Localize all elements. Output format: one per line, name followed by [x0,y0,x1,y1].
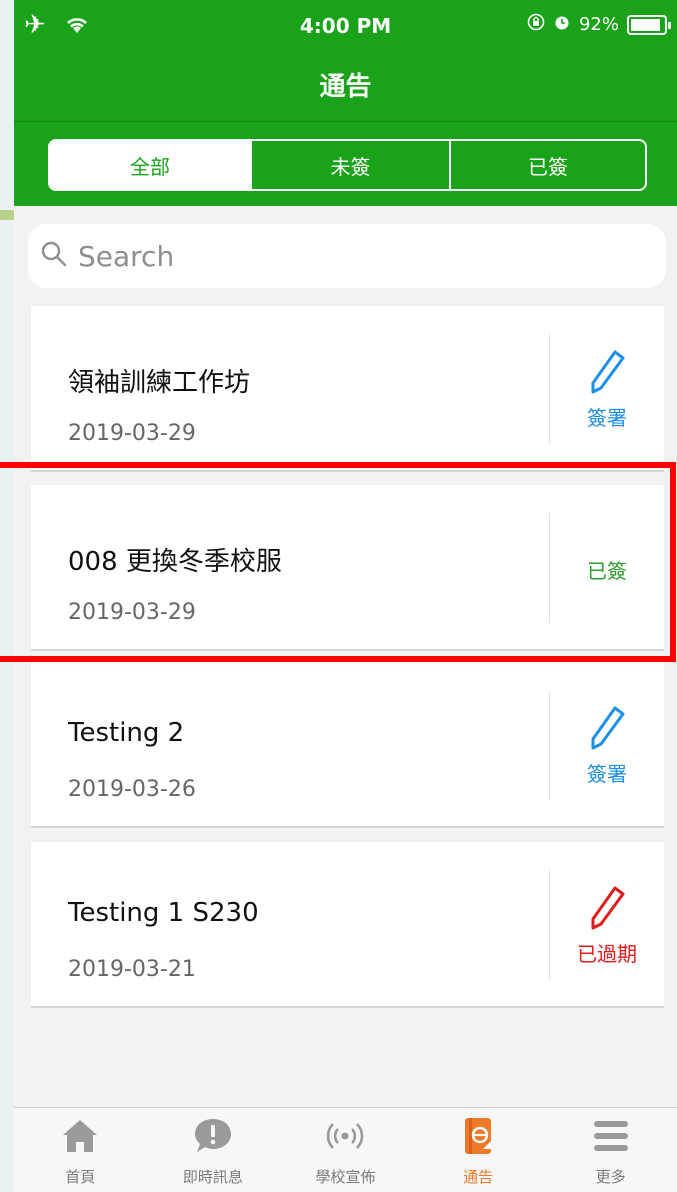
segment-unsigned[interactable]: 未簽 [250,141,449,189]
action-label: 已過期 [577,941,637,966]
message-icon [193,1116,233,1160]
notice-row[interactable]: 領袖訓練工作坊 2019-03-29 簽署 [31,306,664,472]
expired-status[interactable]: 已過期 [550,870,664,980]
notice-row[interactable]: Testing 2 2019-03-26 簽署 [31,662,664,828]
highlight-box [0,462,676,662]
tab-more[interactable]: 更多 [544,1108,677,1192]
segment-all[interactable]: 全部 [50,141,250,189]
tab-notice[interactable]: 通告 [412,1108,545,1192]
notice-icon [458,1116,498,1160]
tab-home[interactable]: 首頁 [14,1108,147,1192]
pencil-icon [587,348,627,400]
broadcast-icon [325,1116,365,1160]
header-divider [14,121,677,122]
tab-label: 通告 [463,1168,494,1186]
notice-row[interactable]: Testing 1 S230 2019-03-21 已過期 [31,842,664,1008]
battery-fill [631,18,661,31]
tab-label: 首頁 [65,1168,96,1186]
tab-bar: 首頁 即時訊息 學校宣佈 通告 更多 [14,1107,677,1192]
alarm-icon [553,13,571,36]
tab-school-announcement[interactable]: 學校宣佈 [279,1108,412,1192]
notice-title: Testing 2 [68,718,185,748]
search-icon [40,240,68,272]
notice-title: 領袖訓練工作坊 [68,368,251,398]
home-icon [60,1116,100,1160]
status-right: 92% [527,13,671,36]
search-bar[interactable] [28,224,666,288]
sign-button[interactable]: 簽署 [550,334,664,444]
header: ✈ 4:00 PM 92% 通告 全部 未簽 已簽 [14,0,677,206]
notice-date: 2019-03-21 [68,957,196,982]
tab-label: 即時訊息 [182,1168,243,1186]
sign-button[interactable]: 簽署 [550,690,664,800]
page-title: 通告 [319,72,372,102]
tab-label: 更多 [595,1168,626,1186]
orientation-lock-icon [527,13,545,36]
action-label: 簽署 [587,405,627,430]
segment-signed[interactable]: 已簽 [449,141,645,189]
battery-icon [627,14,671,35]
search-input[interactable] [78,239,638,273]
notice-date: 2019-03-29 [68,421,196,446]
notice-date: 2019-03-26 [68,777,196,802]
filter-segmented-control: 全部 未簽 已簽 [48,139,647,191]
pencil-icon [587,704,627,756]
edge-marker [0,210,14,220]
notice-title: Testing 1 S230 [68,898,259,928]
pencil-icon [587,884,627,936]
action-label: 簽署 [587,761,627,786]
tab-label: 學校宣佈 [315,1168,376,1186]
battery-percent: 92% [578,14,619,35]
menu-icon [591,1116,631,1160]
tab-instant-message[interactable]: 即時訊息 [147,1108,280,1192]
status-bar: ✈ 4:00 PM 92% [14,0,677,50]
